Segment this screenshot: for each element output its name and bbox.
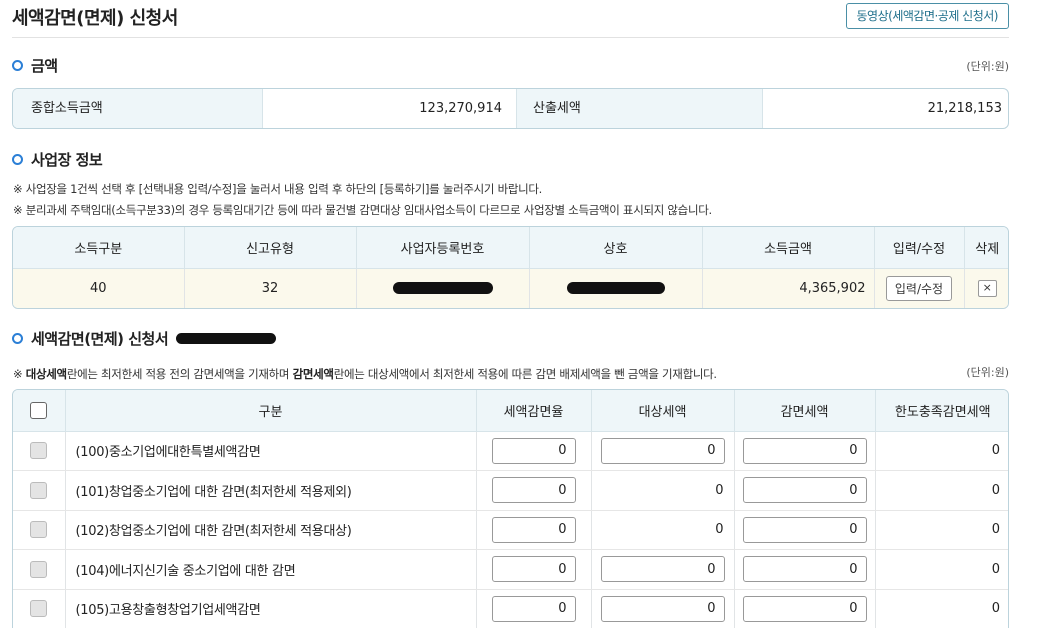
table-row: (102)창업중소기업에 대한 감면(최저한세 적용대상) 0 0	[13, 510, 1008, 550]
table-row: (101)창업중소기업에 대한 감면(최저한세 적용제외) 0 0	[13, 470, 1008, 511]
calculated-tax-value: 21,218,153	[927, 101, 1002, 116]
reduction-note: ※ 대상세액란에는 최저한세 적용 전의 감면세액을 기재하며 감면세액란에는 …	[13, 366, 717, 382]
category-name: (100)중소기업에대한특별세액감면	[65, 431, 477, 471]
select-all-cell	[13, 390, 66, 432]
bullet-circle-icon	[12, 154, 23, 165]
reduction-tax-input[interactable]	[742, 595, 867, 622]
target-tax-input[interactable]	[600, 556, 725, 583]
income-amount-cell: 4,365,902	[702, 268, 875, 308]
reduction-section-label: 세액감면(면제) 신청서	[31, 330, 169, 348]
reduction-unit: (단위:원)	[966, 366, 1009, 379]
row-checkbox[interactable]	[30, 442, 48, 460]
note-mid: 란에는 최저한세 적용 전의 감면세액을 기재하며	[66, 367, 293, 381]
calculated-tax-label: 산출세액	[517, 89, 763, 128]
business-reg-no-cell	[356, 268, 530, 308]
total-income-label: 종합소득금액	[13, 89, 263, 128]
amount-summary: 종합소득금액 123,270,914 산출세액 21,218,153	[12, 88, 1009, 129]
reduction-tax-input[interactable]	[742, 556, 867, 583]
reduction-tax-input[interactable]	[742, 477, 867, 504]
business-note-2: ※ 분리과세 주택임대(소득구분33)의 경우 등록임대기간 등에 따라 물건별…	[13, 203, 712, 217]
amount-section-title: 금액	[12, 55, 58, 76]
col-target-tax: 대상세액	[591, 390, 735, 432]
redaction-mark	[176, 333, 277, 344]
note-target-tax: 대상세액	[25, 367, 67, 381]
col-reduction-rate: 세액감면율	[476, 390, 592, 432]
col-delete: 삭제	[964, 227, 1008, 269]
category-name: (102)창업중소기업에 대한 감면(최저한세 적용대상)	[65, 510, 477, 550]
note-suffix: 란에는 대상세액에서 최저한세 적용에 따른 감면 배제세액을 뺀 금액을 기재…	[333, 367, 717, 381]
amount-section-label: 금액	[31, 57, 58, 75]
delete-cell: ×	[964, 268, 1008, 308]
business-table: 소득구분 신고유형 사업자등록번호 상호 소득금액 입력/수정 삭제 40 32…	[12, 226, 1009, 309]
target-tax-input[interactable]	[600, 595, 725, 622]
total-income-value: 123,270,914	[263, 89, 517, 128]
delete-icon[interactable]: ×	[977, 279, 997, 297]
reduction-section-title: 세액감면(면제) 신청서	[12, 328, 277, 349]
amount-unit: (단위:원)	[966, 60, 1009, 73]
limit-reduction-value: 0	[875, 470, 1008, 511]
report-type-cell: 32	[184, 268, 357, 308]
row-checkbox[interactable]	[30, 481, 48, 499]
business-note-1: ※ 사업장을 1건씩 선택 후 [선택내용 입력/수정]을 눌러서 내용 입력 …	[13, 182, 543, 196]
col-business-name: 상호	[529, 227, 703, 269]
col-business-reg-no: 사업자등록번호	[356, 227, 530, 269]
table-row: (104)에너지신기술 중소기업에 대한 감면 0	[13, 549, 1008, 590]
edit-cell: 입력/수정	[874, 268, 965, 308]
reduction-tax-input[interactable]	[742, 437, 867, 464]
limit-reduction-value: 0	[875, 589, 1008, 628]
bullet-circle-icon	[12, 60, 23, 71]
category-name: (101)창업중소기업에 대한 감면(최저한세 적용제외)	[65, 470, 477, 511]
row-checkbox[interactable]	[30, 521, 48, 539]
table-row: (105)고용창출형창업기업세액감면 0	[13, 589, 1008, 628]
reduction-rate-input[interactable]	[491, 516, 576, 543]
col-reduction-tax: 감면세액	[734, 390, 876, 432]
page-title: 세액감면(면제) 신청서	[12, 8, 178, 29]
limit-reduction-value: 0	[875, 549, 1008, 590]
table-row: (100)중소기업에대한특별세액감면 0	[13, 431, 1008, 471]
target-tax-input[interactable]	[600, 437, 725, 464]
business-row[interactable]: 40 32 4,365,902 입력/수정 ×	[13, 268, 1008, 308]
row-checkbox[interactable]	[30, 560, 48, 578]
redaction-mark	[566, 282, 665, 295]
limit-reduction-value: 0	[875, 431, 1008, 471]
reduction-rate-input[interactable]	[491, 595, 576, 622]
redaction-mark	[392, 282, 493, 295]
col-report-type: 신고유형	[184, 227, 357, 269]
target-tax-value: 0	[591, 470, 735, 511]
video-guide-button[interactable]: 동영상(세액감면·공제 신청서)	[845, 3, 1009, 29]
reduction-rate-input[interactable]	[491, 477, 576, 504]
business-section-title: 사업장 정보	[12, 149, 103, 170]
note-prefix: ※	[13, 367, 26, 381]
edit-button[interactable]: 입력/수정	[885, 275, 953, 301]
reduction-table: 구분 세액감면율 대상세액 감면세액 한도충족감면세액 (100)중소기업에대한…	[12, 389, 1009, 628]
col-limit-reduction-tax: 한도충족감면세액	[875, 390, 1008, 432]
title-divider	[12, 37, 1009, 38]
category-name: (105)고용창출형창업기업세액감면	[65, 589, 477, 628]
business-name-cell	[529, 268, 703, 308]
col-category: 구분	[65, 390, 477, 432]
note-reduction-tax: 감면세액	[292, 367, 334, 381]
target-tax-value: 0	[591, 510, 735, 550]
col-income-type: 소득구분	[13, 227, 185, 269]
col-edit: 입력/수정	[874, 227, 965, 269]
reduction-rate-input[interactable]	[491, 437, 576, 464]
limit-reduction-value: 0	[875, 510, 1008, 550]
col-income-amount: 소득금액	[702, 227, 875, 269]
category-name: (104)에너지신기술 중소기업에 대한 감면	[65, 549, 477, 590]
bullet-circle-icon	[12, 333, 23, 344]
business-section-label: 사업장 정보	[31, 151, 103, 169]
select-all-checkbox[interactable]	[30, 401, 48, 419]
income-type-cell: 40	[13, 268, 185, 308]
reduction-tax-input[interactable]	[742, 516, 867, 543]
row-checkbox[interactable]	[30, 600, 48, 618]
reduction-rate-input[interactable]	[491, 556, 576, 583]
